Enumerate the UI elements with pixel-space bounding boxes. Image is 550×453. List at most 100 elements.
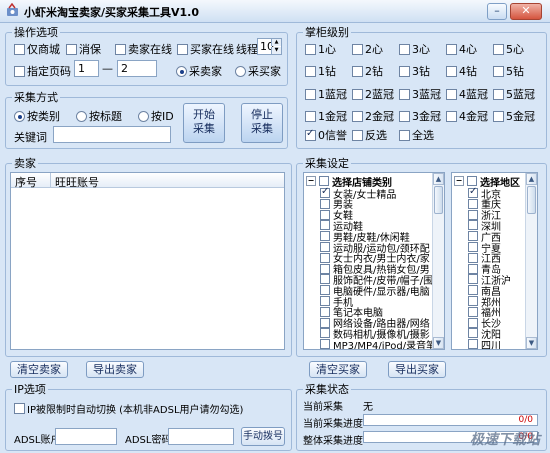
close-button[interactable]: ✕ [510,3,542,20]
level-checkbox[interactable]: 2心 [352,41,383,57]
page-to-input[interactable]: 2 [117,60,157,77]
clear-sellers-button[interactable]: 清空卖家 [10,361,68,378]
level-checkbox[interactable]: 反选 [352,127,387,143]
region-scrollbar[interactable]: ▲ ▼ [525,173,537,349]
checkbox-box[interactable] [320,296,330,306]
checkbox-box[interactable] [320,220,330,231]
category-tree[interactable]: − 选择店铺类别 女装/女士精品男装女鞋运动鞋男鞋/皮鞋/休闲鞋运动服/运动包/… [303,172,445,350]
radio-seller[interactable]: 采卖家 [176,63,222,79]
checkbox-box[interactable] [468,328,478,339]
checkbox-box[interactable] [468,198,478,209]
start-collect-button[interactable]: 开始 采集 [183,103,225,143]
scroll-up-arrow-icon[interactable]: ▲ [433,173,444,185]
scroll-thumb[interactable] [527,186,536,214]
scroll-down-arrow-icon[interactable]: ▼ [433,337,444,349]
collapse-icon[interactable]: − [454,176,464,186]
level-checkbox[interactable]: 1钻 [305,63,336,79]
level-checkbox[interactable]: 2金冠 [352,108,394,124]
keyword-input[interactable] [53,126,171,143]
scroll-down-arrow-icon[interactable]: ▼ [526,337,537,349]
checkbox-box[interactable] [320,339,330,349]
level-checkbox[interactable]: 5心 [493,41,524,57]
consumer-guarantee-checkbox[interactable]: 消保 [66,41,101,57]
category-scrollbar[interactable]: ▲ ▼ [432,173,444,349]
level-checkbox[interactable]: 1金冠 [305,108,347,124]
level-checkbox[interactable]: 4金冠 [446,108,488,124]
checkbox-box[interactable] [467,176,477,186]
checkbox-box[interactable] [468,242,478,252]
checkbox-box[interactable] [468,263,478,274]
level-checkbox[interactable]: 3蓝冠 [399,86,441,102]
checkbox-box[interactable] [320,198,330,209]
level-checkbox[interactable]: 全选 [399,127,434,143]
checkbox-box[interactable] [468,252,478,263]
checkbox-box[interactable] [468,231,478,242]
radio-by-title[interactable]: 按标题 [76,108,122,124]
checkbox-box[interactable] [468,339,478,349]
minimize-button[interactable]: – [487,3,507,20]
checkbox-box[interactable] [320,317,330,328]
level-checkbox[interactable]: 2蓝冠 [352,86,394,102]
specified-page-checkbox[interactable]: 指定页码 [14,63,71,79]
radio-by-id[interactable]: 按ID [138,108,174,124]
checkbox-box[interactable] [468,317,478,328]
level-checkbox[interactable]: 3钻 [399,63,430,79]
stop-collect-button[interactable]: 停止 采集 [241,103,283,143]
checkbox-box[interactable] [468,186,478,198]
checkbox-box[interactable] [320,274,330,285]
level-checkbox[interactable]: 1蓝冠 [305,86,347,102]
seller-online-checkbox[interactable]: 卖家在线 [115,41,172,57]
checkbox-box[interactable] [468,220,478,231]
sellers-list[interactable]: 序号 旺旺账号 [10,172,285,350]
spin-down-arrow-icon[interactable]: ▼ [271,47,281,54]
level-checkbox[interactable]: 3心 [399,41,430,57]
level-checkbox[interactable]: 4心 [446,41,477,57]
region-tree[interactable]: − 选择地区 北京重庆浙江深圳广西宁夏江西青岛江浙沪南昌郑州福州长沙沈阳四川温州… [451,172,538,350]
manual-dial-button[interactable]: 手动拨号 [241,427,285,446]
checkbox-box[interactable] [468,296,478,306]
threads-spinner[interactable]: 10 ▲ ▼ [257,38,282,55]
radio-buyer[interactable]: 采买家 [235,63,281,79]
level-checkbox[interactable]: 5钻 [493,63,524,79]
export-sellers-button[interactable]: 导出卖家 [86,361,144,378]
region-item[interactable]: 温州 [468,349,501,350]
checkbox-box[interactable] [320,231,330,242]
page-from-input[interactable]: 1 [74,60,99,77]
adsl-account-input[interactable] [55,428,117,445]
collapse-icon[interactable]: − [306,176,316,186]
level-checkbox[interactable]: 0信誉 [305,127,347,143]
checkbox-box[interactable] [320,263,330,274]
column-header-index[interactable]: 序号 [15,174,37,190]
level-checkbox[interactable]: 4蓝冠 [446,86,488,102]
buyer-online-checkbox[interactable]: 买家在线 [177,41,234,57]
checkbox-box[interactable] [319,176,329,186]
checkbox-box[interactable] [468,285,478,296]
checkbox-box[interactable] [468,209,478,220]
clear-buyers-button[interactable]: 清空买家 [309,361,367,378]
spin-up-arrow-icon[interactable]: ▲ [271,39,281,46]
column-header-wangwang[interactable]: 旺旺账号 [55,174,99,190]
checkbox-box[interactable] [320,186,330,198]
checkbox-box[interactable] [320,242,330,252]
checkbox-box[interactable] [320,285,330,296]
checkbox-box[interactable] [468,274,478,285]
radio-by-category[interactable]: 按类别 [14,108,60,124]
adsl-password-input[interactable] [168,428,234,445]
checkbox-box[interactable] [320,328,330,339]
level-checkbox[interactable]: 5金冠 [493,108,535,124]
level-checkbox[interactable]: 2钻 [352,63,383,79]
scroll-thumb[interactable] [434,186,443,214]
level-checkbox[interactable]: 5蓝冠 [493,86,535,102]
level-checkbox[interactable]: 1心 [305,41,336,57]
scroll-up-arrow-icon[interactable]: ▲ [526,173,537,185]
level-checkbox[interactable]: 3金冠 [399,108,441,124]
checkbox-box[interactable] [320,306,330,317]
only-mall-checkbox[interactable]: 仅商城 [14,41,60,57]
checkbox-box[interactable] [320,252,330,263]
checkbox-box[interactable] [468,306,478,317]
export-buyers-button[interactable]: 导出买家 [388,361,446,378]
category-item[interactable]: MP3/MP4/iPod/录音笔 [320,338,436,349]
ip-auto-switch-checkbox[interactable]: IP被限制时自动切换 (本机非ADSL用户请勿勾选) [14,401,243,416]
checkbox-box[interactable] [320,209,330,220]
level-checkbox[interactable]: 4钻 [446,63,477,79]
